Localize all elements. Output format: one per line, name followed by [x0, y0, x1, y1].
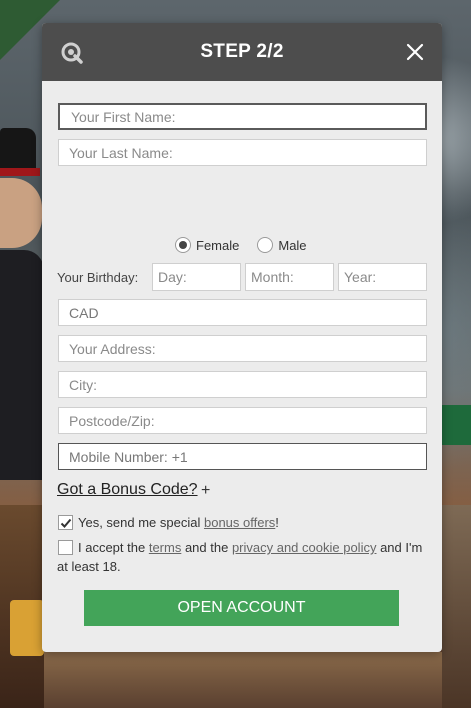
radio-female[interactable]	[175, 237, 191, 253]
gender-selector: Female Male	[175, 237, 325, 253]
background-character-face	[0, 178, 42, 248]
terms-text: I accept the terms and the privacy and c…	[57, 538, 427, 576]
terms-link[interactable]: terms	[149, 540, 182, 555]
gender-option-male[interactable]: Male	[257, 237, 307, 253]
birthday-year-input[interactable]	[338, 263, 427, 291]
gender-label-male: Male	[278, 237, 307, 253]
checkmark-icon	[60, 518, 71, 528]
gender-label-female: Female	[196, 237, 240, 253]
bonus-offers-link[interactable]: bonus offers	[204, 515, 275, 530]
step-title: STEP 2/2	[200, 41, 284, 62]
last-name-input[interactable]	[58, 139, 427, 166]
offers-checkbox[interactable]	[58, 515, 73, 530]
terms-text-1: I accept the	[78, 540, 149, 555]
city-input[interactable]	[58, 371, 427, 398]
birthday-day-input[interactable]	[152, 263, 241, 291]
offers-text: Yes, send me special bonus offers!	[78, 513, 418, 532]
background-bottom	[44, 652, 442, 708]
gender-option-female[interactable]: Female	[175, 237, 239, 253]
birthday-month-input[interactable]	[245, 263, 334, 291]
mobile-number-input[interactable]	[58, 443, 427, 470]
privacy-policy-link[interactable]: privacy and cookie policy	[232, 540, 377, 555]
background-right-banner	[442, 405, 471, 445]
close-icon[interactable]	[406, 43, 424, 61]
q-logo-icon	[61, 42, 83, 64]
bonus-code-link[interactable]: Got a Bonus Code?	[57, 481, 198, 499]
postcode-input[interactable]	[58, 407, 427, 434]
offers-text-after: !	[275, 515, 279, 530]
first-name-input[interactable]	[58, 103, 427, 130]
background-game-logo	[10, 600, 44, 656]
bonus-code-expand-icon[interactable]: +	[201, 482, 210, 500]
radio-male[interactable]	[257, 237, 274, 253]
offers-text-before: Yes, send me special	[78, 515, 204, 530]
currency-select[interactable]	[58, 299, 427, 326]
registration-modal: STEP 2/2 Female Male Your Birthday: Got …	[42, 23, 442, 652]
modal-header: STEP 2/2	[42, 23, 442, 81]
terms-text-2: and the	[181, 540, 232, 555]
address-input[interactable]	[58, 335, 427, 362]
background-hat-band	[0, 168, 40, 176]
birthday-label: Your Birthday:	[57, 270, 139, 285]
background-right-lower	[442, 505, 471, 708]
open-account-button[interactable]: OPEN ACCOUNT	[84, 590, 399, 626]
background-character-body	[0, 250, 44, 480]
